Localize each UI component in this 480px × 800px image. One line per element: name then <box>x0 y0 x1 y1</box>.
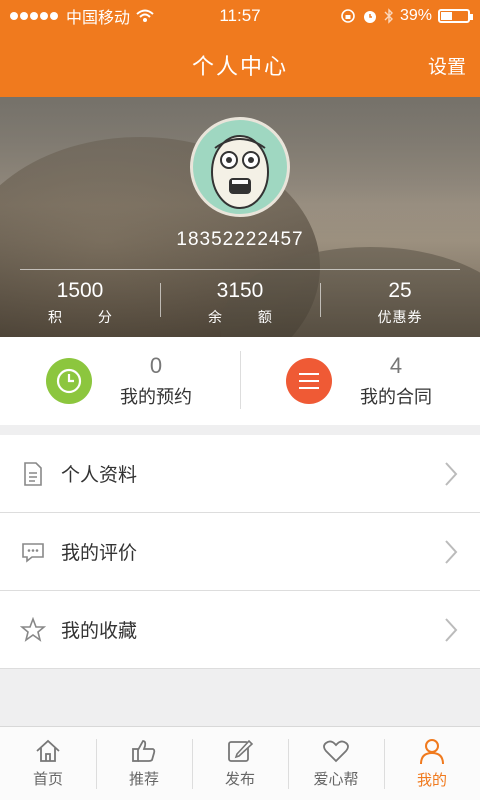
star-icon <box>20 616 46 642</box>
tab-recommend[interactable]: 推荐 <box>96 727 192 800</box>
my-contracts[interactable]: 4 我的合同 <box>240 337 480 425</box>
user-icon <box>420 739 444 765</box>
menu-item-label: 个人资料 <box>61 465 138 486</box>
page-title: 个人中心 <box>191 53 288 79</box>
avatar[interactable] <box>190 117 290 217</box>
clock-icon <box>46 358 92 404</box>
edit-icon <box>228 739 254 762</box>
tab-label: 发布 <box>224 771 255 788</box>
contracts-count: 4 <box>389 353 403 378</box>
tab-label: 我的 <box>416 772 447 789</box>
coupons-value: 25 <box>388 279 412 302</box>
document-icon <box>24 461 42 486</box>
header: 个人中心 设置 <box>0 32 480 97</box>
settings-button[interactable]: 设置 <box>428 52 466 79</box>
points-value: 1500 <box>56 279 104 302</box>
tab-love-help[interactable]: 爱心帮 <box>288 727 384 800</box>
coupons-stat[interactable]: 25 优惠券 <box>320 279 480 327</box>
tab-label: 推荐 <box>128 771 159 788</box>
avatar-illustration <box>211 135 269 209</box>
status-time: 11:57 <box>219 6 261 25</box>
quick-actions: 0 我的预约 4 我的合同 <box>0 337 480 425</box>
thumbs-up-icon <box>132 740 156 762</box>
tab-label: 爱心帮 <box>313 771 359 788</box>
balance-label: 余 额 <box>208 309 288 325</box>
home-icon <box>36 739 60 762</box>
tab-mine[interactable]: 我的 <box>384 727 480 800</box>
heart-icon <box>323 740 349 763</box>
tab-home[interactable]: 首页 <box>0 727 96 800</box>
menu-item-reviews[interactable]: 我的评价 <box>0 513 480 591</box>
chevron-right-icon <box>445 540 458 564</box>
status-bar: 中国移动 11:57 39% <box>0 0 480 32</box>
menu-item-favorites[interactable]: 我的收藏 <box>0 591 480 669</box>
menu-item-profile[interactable]: 个人资料 <box>0 435 480 513</box>
phone-number: 18352222457 <box>176 229 304 250</box>
menu-item-label: 我的评价 <box>61 543 138 564</box>
list-icon <box>286 358 332 404</box>
contracts-label: 我的合同 <box>360 387 432 407</box>
points-stat[interactable]: 1500 积 分 <box>0 279 160 327</box>
appointments-count: 0 <box>149 353 163 378</box>
my-appointments[interactable]: 0 我的预约 <box>0 337 240 425</box>
tab-publish[interactable]: 发布 <box>192 727 288 800</box>
tab-label: 首页 <box>32 771 63 788</box>
chevron-right-icon <box>445 462 458 486</box>
menu-item-label: 我的收藏 <box>61 621 138 642</box>
balance-value: 3150 <box>216 279 264 302</box>
battery-icon <box>438 9 473 23</box>
balance-stat[interactable]: 3150 余 额 <box>160 279 320 327</box>
account-stats: 1500 积 分 3150 余 额 25 优惠券 <box>0 279 480 327</box>
top-bar: 中国移动 11:57 39% 个人中心 设置 <box>0 0 480 97</box>
menu-list: 个人资料 我的评价 我的收藏 <box>0 435 480 669</box>
chevron-right-icon <box>445 618 458 642</box>
profile-banner: 18352222457 1500 积 分 3150 余 额 25 优惠券 <box>0 97 480 337</box>
comment-icon <box>22 542 44 563</box>
coupons-label: 优惠券 <box>377 309 423 325</box>
points-label: 积 分 <box>48 309 128 325</box>
tab-bar: 首页 推荐 发布 爱心帮 我的 <box>0 726 480 800</box>
appointments-label: 我的预约 <box>120 387 192 407</box>
